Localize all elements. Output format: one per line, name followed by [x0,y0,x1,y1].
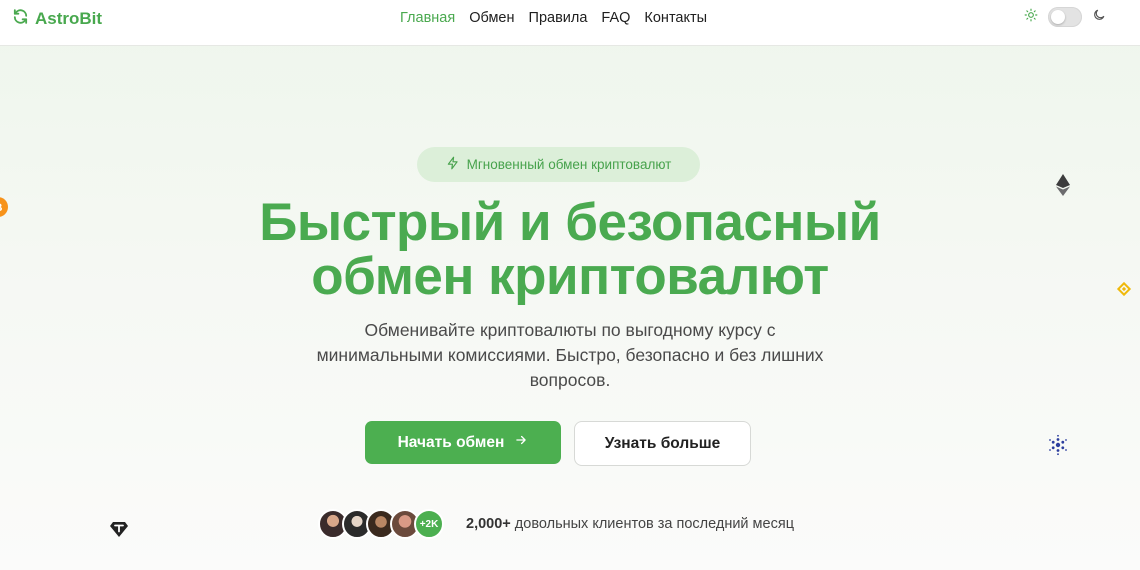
refresh-logo-icon [12,8,29,30]
social-proof: +2K 2,000+ довольных клиентов за последн… [318,509,794,539]
sun-icon [1024,8,1038,27]
customer-avatars: +2K [318,509,444,539]
brand-logo[interactable]: AstroBit [12,8,102,30]
lightning-icon [446,156,460,173]
nav-item-rules[interactable]: Правила [529,10,588,26]
nav-item-exchange[interactable]: Обмен [469,10,514,26]
avatar-count-badge: +2K [414,509,444,539]
start-exchange-button[interactable]: Начать обмен [365,421,561,464]
hero-title-line-1: Быстрый и безопасный [259,193,881,252]
hero-badge-text: Мгновенный обмен криптовалют [466,157,672,172]
main-nav: Главная Обмен Правила FAQ Контакты [400,10,707,26]
cardano-icon [1047,434,1069,461]
binance-coin-icon [1116,281,1132,302]
social-proof-text: 2,000+ довольных клиентов за последний м… [466,516,794,532]
navbar: AstroBit Главная Обмен Правила FAQ Конта… [0,0,1140,46]
nav-item-contacts[interactable]: Контакты [644,10,707,26]
theme-toggle[interactable] [1048,7,1082,27]
theme-toggle-knob [1051,10,1065,24]
hero-badge: Мгновенный обмен криптовалют [417,147,700,182]
customer-count: 2,000+ [466,516,511,532]
tether-icon [110,521,128,542]
nav-item-home[interactable]: Главная [400,10,455,26]
theme-switcher [1024,7,1106,27]
customer-count-caption: довольных клиентов за последний месяц [514,516,794,532]
ethereum-icon [1056,174,1070,201]
hero-title: Быстрый и безопасный обмен криптовалют [120,196,1020,304]
hero-subtitle: Обменивайте криптовалюты по выгодному ку… [316,320,824,390]
hero-title-line-2: обмен криптовалют [311,247,829,306]
bitcoin-icon: ₿ [0,195,10,224]
nav-item-faq[interactable]: FAQ [601,10,630,26]
learn-more-button[interactable]: Узнать больше [574,421,751,466]
svg-text:₿: ₿ [0,201,3,214]
arrow-right-icon [514,433,528,452]
brand-name: AstroBit [35,9,103,28]
moon-icon [1092,8,1106,27]
start-exchange-label: Начать обмен [397,433,505,451]
